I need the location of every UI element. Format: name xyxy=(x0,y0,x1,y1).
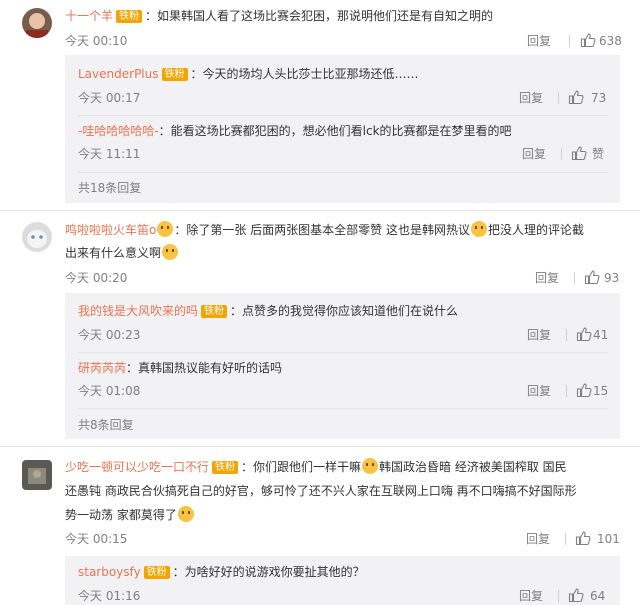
username[interactable]: -哇哈哈哈哈哈- xyxy=(78,124,159,138)
thinking-emoji-icon xyxy=(162,244,179,260)
fan-badge: 铁粉 xyxy=(201,305,228,318)
divider xyxy=(558,590,559,602)
thinking-emoji-icon xyxy=(470,221,487,237)
dog-emoji-icon xyxy=(362,458,379,474)
reply-text: ：能看这场比赛都犯困的，想必他们看lck的比赛都是在梦里看的吧 xyxy=(158,124,512,138)
comment-line: 鸣啦啦啦火车笛o ：除了第一张 后面两张图基本全部零赞 这也是韩网热议 把没人理的评… xyxy=(65,220,584,240)
divider xyxy=(574,272,575,284)
thumbs-up-icon[interactable] xyxy=(571,145,587,161)
reply-line: 研芮芮芮：真韩国热议能有好听的话吗 xyxy=(78,358,282,378)
avatar[interactable] xyxy=(22,460,52,490)
reply-separator xyxy=(78,115,608,116)
username[interactable]: 我的钱是大风吹来的吗 xyxy=(78,304,198,318)
comment-line: 十一个羊 铁粉 ：如果韩国人看了这场比赛会犯困，那说明他们还是有自知之明的 xyxy=(65,6,493,26)
username[interactable]: starboysfy xyxy=(78,565,141,579)
divider xyxy=(558,92,559,104)
thumbs-up-icon[interactable] xyxy=(576,326,592,342)
timestamp: 今天 00:15 xyxy=(65,532,128,546)
thumbs-up-icon[interactable] xyxy=(580,32,596,48)
reply-button[interactable]: 回复 xyxy=(527,327,551,343)
reply-text: ：为啥好好的说游戏你要扯其他的？ xyxy=(172,565,365,579)
dog-emoji-icon xyxy=(177,506,194,522)
divider xyxy=(565,533,566,545)
reply-button[interactable]: 回复 xyxy=(535,270,559,286)
divider xyxy=(569,35,570,47)
thumbs-up-icon[interactable] xyxy=(584,269,600,285)
reply-button[interactable]: 回复 xyxy=(519,90,543,106)
like-count: 15 xyxy=(593,384,609,398)
reply-text: ：今天的场均人头比莎士比亚那场还低…… xyxy=(190,67,419,81)
like-count: 73 xyxy=(591,91,607,105)
reply-separator xyxy=(78,352,608,353)
divider xyxy=(566,385,567,397)
comment-divider xyxy=(0,446,640,447)
like-count: 64 xyxy=(590,589,606,603)
thumbs-up-icon[interactable] xyxy=(568,89,584,105)
like-count: 101 xyxy=(597,532,620,546)
thumbs-up-icon[interactable] xyxy=(568,587,584,603)
timestamp: 今天 01:16 xyxy=(78,589,141,603)
reply-separator xyxy=(78,408,608,409)
like-count: 41 xyxy=(593,328,609,342)
username[interactable]: 十一个羊 xyxy=(65,9,113,23)
comment-line: 出来有什么意义啊 xyxy=(65,243,179,263)
thumbs-up-icon[interactable] xyxy=(576,382,592,398)
comment-text: ：如果韩国人看了这场比赛会犯困，那说明他们还是有自知之明的 xyxy=(145,9,494,23)
timestamp: 今天 01:08 xyxy=(78,384,141,398)
avatar[interactable] xyxy=(22,8,52,38)
vip-icon xyxy=(157,221,174,237)
reply-separator xyxy=(78,172,608,173)
avatar[interactable] xyxy=(22,222,52,252)
fan-badge: 铁粉 xyxy=(143,566,170,579)
comment-text-line2: 还愚钝 商政民合伙搞死自己的好官，够可怜了还不兴人家在互联网上口嗨 再不口嗨搞不… xyxy=(65,484,577,498)
like-count: 638 xyxy=(599,34,622,48)
divider xyxy=(561,148,562,160)
like-label[interactable]: 赞 xyxy=(592,146,604,162)
comment-text-line2: 出来有什么意义啊 xyxy=(65,246,162,260)
reply-button[interactable]: 回复 xyxy=(519,588,543,604)
timestamp: 今天 00:23 xyxy=(78,328,141,342)
comment-line: 少吃一顿可以少吃一口不行 铁粉 ：你们跟他们一样干嘛 韩国政治昏暗 经济被美国榨取 国… xyxy=(65,457,567,477)
divider xyxy=(566,329,567,341)
reply-line: -哇哈哈哈哈哈-：能看这场比赛都犯困的，想必他们看lck的比赛都是在梦里看的吧 xyxy=(78,121,512,141)
fan-badge: 铁粉 xyxy=(161,68,188,81)
reply-button[interactable]: 回复 xyxy=(527,383,551,399)
reply-line: starboysfy 铁粉 ：为啥好好的说游戏你要扯其他的？ xyxy=(78,562,365,582)
comment-line: 还愚钝 商政民合伙搞死自己的好官，够可怜了还不兴人家在互联网上口嗨 再不口嗨搞不… xyxy=(65,481,577,501)
comment-text-line3: 势一动荡 家都莫得了 xyxy=(65,508,177,522)
timestamp: 今天 00:10 xyxy=(65,34,128,48)
timestamp: 今天 00:20 xyxy=(65,271,128,285)
username[interactable]: 研芮芮芮 xyxy=(78,361,126,375)
like-count: 93 xyxy=(604,271,620,285)
reply-line: LavenderPlus 铁粉 ：今天的场均人头比莎士比亚那场还低…… xyxy=(78,64,419,84)
reply-line: 我的钱是大风吹来的吗 铁粉 ：点赞多的我觉得你应该知道他们在说什么 xyxy=(78,301,458,321)
comment-line: 势一动荡 家都莫得了 xyxy=(65,505,195,525)
username[interactable]: 鸣啦啦啦火车笛o xyxy=(65,223,156,237)
comment-text-cont: 把没人理的评论截 xyxy=(487,223,584,237)
comment-text-cont: 韩国政治昏暗 经济被美国榨取 国民 xyxy=(379,460,567,474)
reply-text: ：点赞多的我觉得你应该知道他们在说什么 xyxy=(230,304,459,318)
reply-button[interactable]: 回复 xyxy=(526,531,550,547)
timestamp: 今天 11:11 xyxy=(78,147,141,161)
fan-badge: 铁粉 xyxy=(116,10,143,23)
username[interactable]: LavenderPlus xyxy=(78,67,159,81)
comment-divider xyxy=(0,210,640,211)
more-replies-link[interactable]: 共18条回复 xyxy=(78,180,141,196)
reply-button[interactable]: 回复 xyxy=(527,33,551,49)
thumbs-up-icon[interactable] xyxy=(575,530,591,546)
reply-button[interactable]: 回复 xyxy=(522,146,546,162)
comment-text: ：除了第一张 后面两张图基本全部零赞 这也是韩网热议 xyxy=(174,223,470,237)
reply-text: ：真韩国热议能有好听的话吗 xyxy=(126,361,283,375)
comment-text: ：你们跟他们一样干嘛 xyxy=(241,460,362,474)
fan-badge: 铁粉 xyxy=(212,461,239,474)
more-replies-link[interactable]: 共8条回复 xyxy=(78,417,134,433)
username[interactable]: 少吃一顿可以少吃一口不行 xyxy=(65,460,209,474)
timestamp: 今天 00:17 xyxy=(78,91,141,105)
